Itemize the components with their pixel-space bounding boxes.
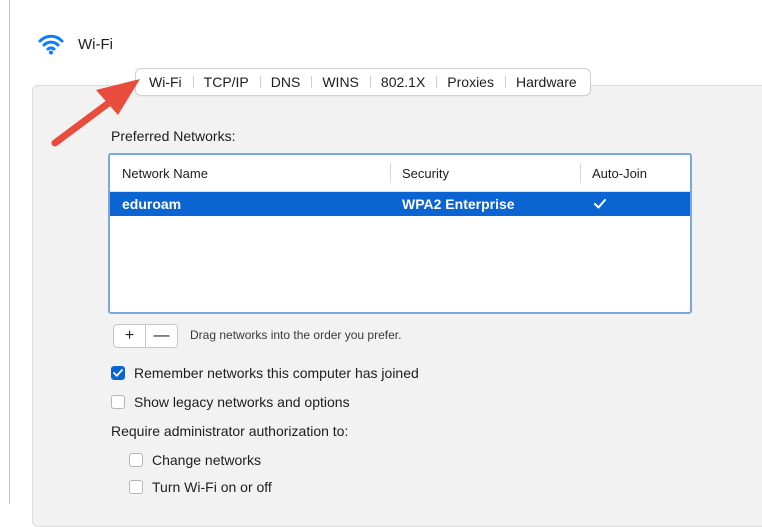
- add-remove-buttons: + —: [113, 324, 178, 348]
- header: Wi-Fi: [36, 26, 113, 62]
- tab-wins[interactable]: WINS: [311, 71, 370, 93]
- tab-proxies[interactable]: Proxies: [436, 71, 505, 93]
- remember-networks-label: Remember networks this computer has join…: [134, 365, 419, 381]
- column-header-auto-join[interactable]: Auto-Join: [580, 155, 690, 191]
- auto-join-checkbox[interactable]: [580, 196, 690, 212]
- checkmark-icon: [594, 196, 606, 212]
- change-networks-checkbox[interactable]: [129, 453, 143, 467]
- tab-tcpip[interactable]: TCP/IP: [192, 71, 260, 93]
- column-header-security[interactable]: Security: [390, 155, 580, 191]
- tab-dns[interactable]: DNS: [259, 71, 312, 93]
- turn-wifi-checkbox[interactable]: [129, 480, 143, 494]
- preferred-networks-table[interactable]: Network Name Security Auto-Join eduroam …: [108, 153, 692, 314]
- network-name-cell: eduroam: [122, 196, 182, 212]
- tab-8021x[interactable]: 802.1X: [369, 71, 436, 93]
- add-network-button[interactable]: +: [114, 325, 145, 347]
- change-networks-label: Change networks: [152, 452, 261, 468]
- change-networks-option[interactable]: Change networks: [129, 452, 261, 468]
- window-edge: [9, 0, 10, 504]
- legacy-networks-label: Show legacy networks and options: [134, 394, 350, 410]
- tab-bar: Wi-Fi TCP/IP DNS WINS 802.1X Proxies Har…: [135, 68, 591, 96]
- page-title: Wi-Fi: [78, 35, 113, 53]
- require-admin-text: Require administrator authorization to:: [111, 423, 349, 439]
- require-admin-label: Require administrator authorization to:: [111, 423, 348, 439]
- turn-wifi-label: Turn Wi-Fi on or off: [152, 479, 272, 495]
- preferred-networks-label: Preferred Networks:: [111, 128, 236, 144]
- drag-hint: Drag networks into the order you prefer.: [190, 328, 402, 342]
- column-header-network-name[interactable]: Network Name: [110, 155, 390, 191]
- wifi-icon: [36, 29, 66, 59]
- tab-wifi[interactable]: Wi-Fi: [138, 71, 193, 93]
- tab-hardware[interactable]: Hardware: [504, 71, 588, 93]
- legacy-networks-checkbox[interactable]: [111, 395, 125, 409]
- remember-networks-option[interactable]: Remember networks this computer has join…: [111, 365, 419, 381]
- table-header: Network Name Security Auto-Join: [110, 155, 690, 192]
- legacy-networks-option[interactable]: Show legacy networks and options: [111, 394, 350, 410]
- remember-networks-checkbox[interactable]: [111, 366, 125, 380]
- turn-wifi-option[interactable]: Turn Wi-Fi on or off: [129, 479, 272, 495]
- table-row[interactable]: eduroam WPA2 Enterprise: [110, 192, 690, 216]
- security-cell: WPA2 Enterprise: [402, 196, 515, 212]
- remove-network-button[interactable]: —: [145, 325, 177, 347]
